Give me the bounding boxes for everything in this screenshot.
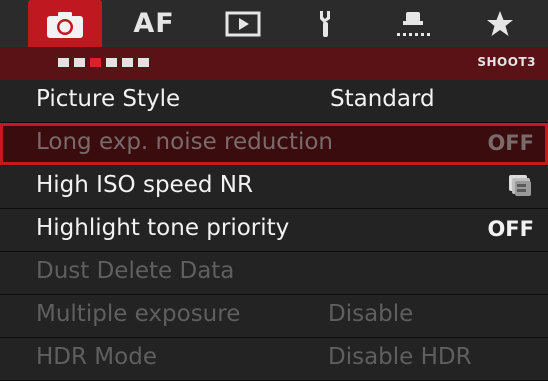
page-dot [74, 58, 85, 67]
tab-af-label: AF [133, 8, 175, 39]
tab-setup[interactable] [290, 0, 364, 47]
tab-my-menu[interactable] [465, 0, 535, 47]
menu-item-picture-style[interactable]: Picture Style Standard [0, 80, 548, 123]
menu-item-label: Dust Delete Data [36, 258, 235, 284]
custom-function-icon [397, 11, 430, 36]
page-dots [58, 58, 149, 67]
camera-icon [47, 12, 83, 38]
menu-item-label: Highlight tone priority [36, 215, 290, 241]
playback-icon [225, 11, 261, 36]
page-dot-active [90, 58, 101, 67]
menu-item-long-exp-noise-reduction[interactable]: Long exp. noise reduction OFF [0, 123, 548, 166]
page-indicator-bar: SHOOT3 [0, 47, 548, 80]
menu-list: Picture Style Standard Long exp. noise r… [0, 80, 548, 381]
menu-item-value: Standard [330, 86, 435, 112]
tab-shooting[interactable] [28, 0, 102, 50]
camera-menu-screen: AF SHOOT3 Picture Style Standard Long ex… [0, 0, 548, 381]
page-dot [122, 58, 133, 67]
menu-item-highlight-tone-priority[interactable]: Highlight tone priority OFF [0, 209, 548, 252]
menu-item-hdr-mode[interactable]: HDR Mode Disable HDR [0, 338, 548, 381]
page-dot [106, 58, 117, 67]
tab-playback[interactable] [207, 0, 279, 47]
menu-item-value: OFF [487, 131, 534, 155]
menu-item-label: Long exp. noise reduction [36, 129, 334, 155]
page-label: SHOOT3 [477, 55, 536, 69]
page-dot [138, 58, 149, 67]
menu-item-value: OFF [487, 217, 534, 241]
star-icon [487, 10, 513, 36]
iso-nr-standard-icon [509, 175, 531, 196]
wrench-icon [320, 10, 330, 37]
menu-item-label: Multiple exposure [36, 301, 241, 327]
page-dot [58, 58, 69, 67]
menu-item-value: Disable HDR [328, 344, 472, 370]
menu-tab-bar: AF [0, 0, 548, 50]
menu-item-label: HDR Mode [36, 344, 157, 370]
menu-item-label: High ISO speed NR [36, 172, 253, 198]
menu-item-multiple-exposure[interactable]: Multiple exposure Disable [0, 295, 548, 338]
tab-autofocus[interactable]: AF [112, 0, 196, 47]
menu-item-dust-delete-data[interactable]: Dust Delete Data [0, 252, 548, 295]
menu-item-high-iso-nr[interactable]: High ISO speed NR [0, 166, 548, 209]
tab-custom-functions[interactable] [375, 0, 451, 47]
menu-item-label: Picture Style [36, 86, 181, 112]
menu-item-value: Disable [328, 301, 414, 327]
